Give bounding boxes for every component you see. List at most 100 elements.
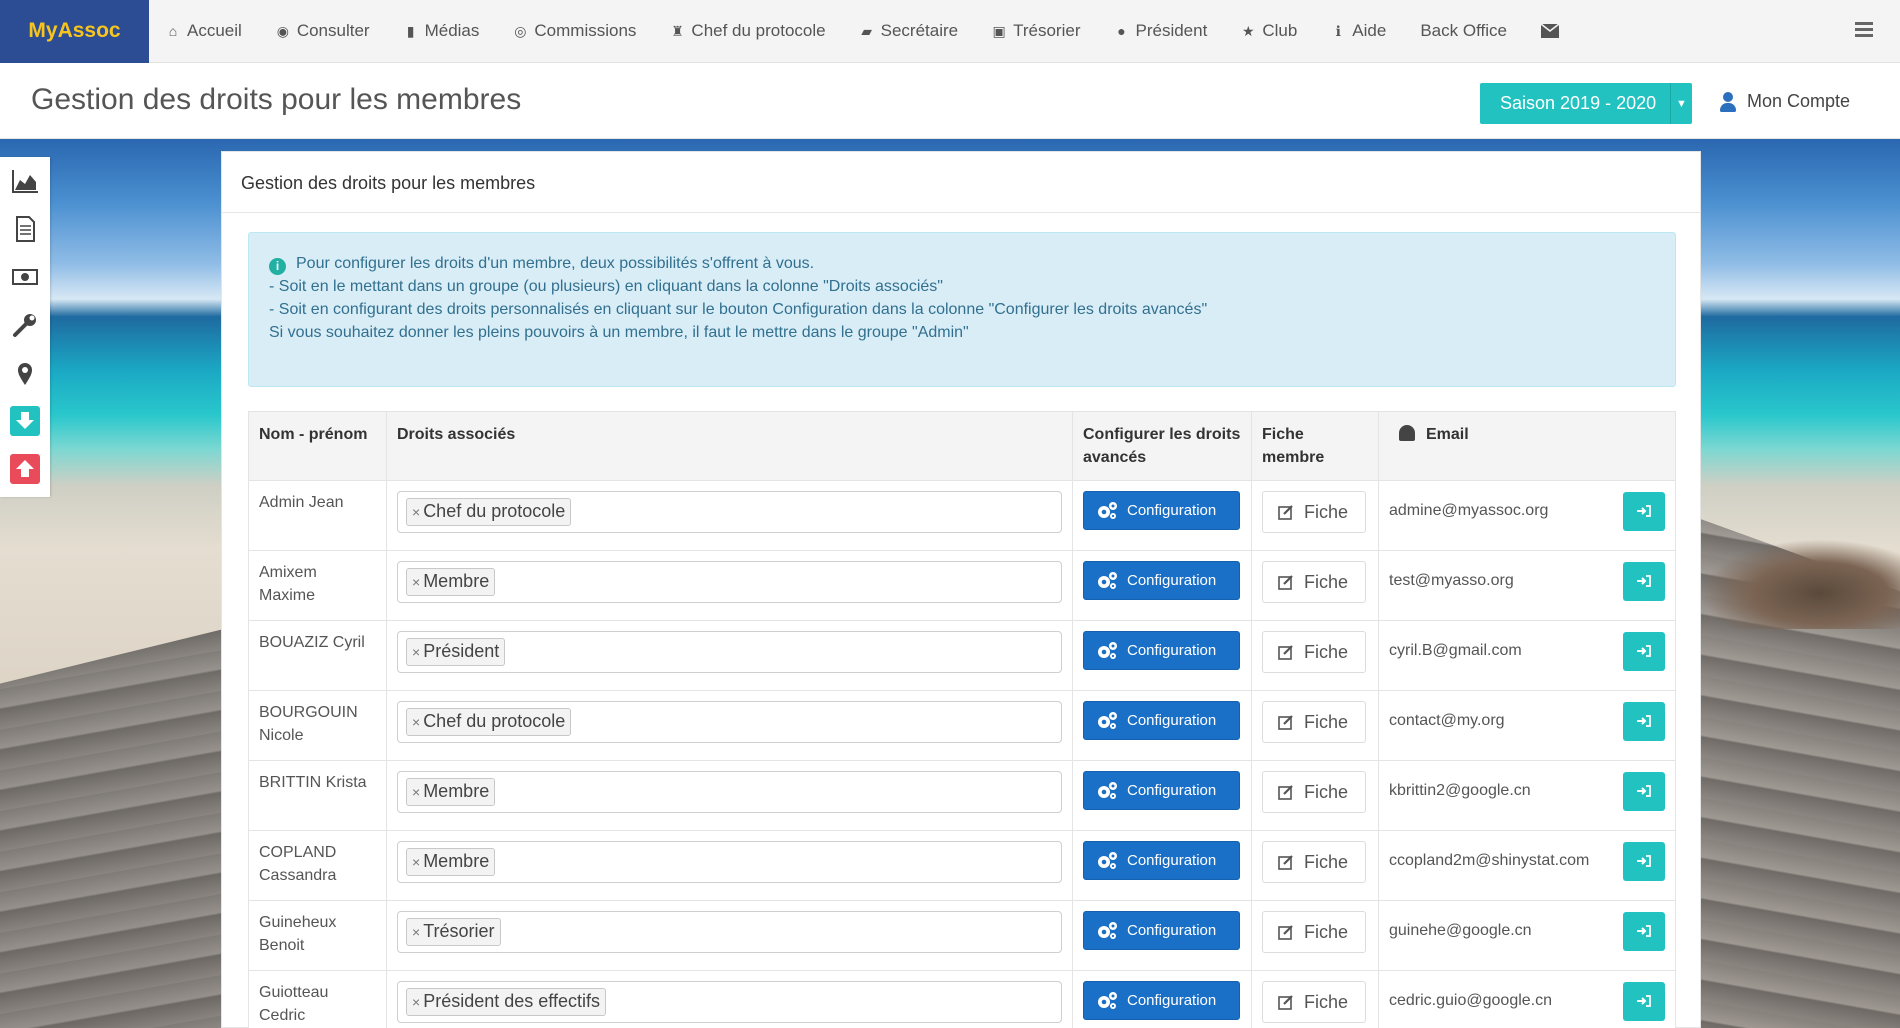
configuration-button[interactable]: Configuration: [1083, 561, 1240, 600]
nav-chef-protocole[interactable]: ♜ Chef du protocole: [653, 0, 842, 63]
col-rights-header[interactable]: Droits associés: [386, 411, 1073, 481]
envelope-icon: [1540, 24, 1559, 38]
cogs-icon: [1098, 781, 1117, 799]
fiche-button[interactable]: Fiche: [1262, 701, 1366, 743]
sidebar-stats[interactable]: [0, 157, 50, 205]
remove-tag-icon[interactable]: ×: [412, 714, 420, 730]
col-email-header[interactable]: Email: [1378, 411, 1676, 481]
rights-select[interactable]: × Président: [397, 631, 1062, 673]
login-as-button[interactable]: [1623, 561, 1665, 601]
nav-commissions[interactable]: ◎ Commissions: [496, 0, 653, 63]
configuration-button[interactable]: Configuration: [1083, 701, 1240, 740]
rights-tag: × Président des effectifs: [406, 988, 606, 1016]
configuration-button[interactable]: Configuration: [1083, 841, 1240, 880]
sidebar-documents[interactable]: [0, 205, 50, 253]
sidebar-tools[interactable]: [0, 301, 50, 349]
member-email: ccopland2m@shinystat.com: [1389, 852, 1590, 869]
configuration-button[interactable]: Configuration: [1083, 771, 1240, 810]
login-as-button[interactable]: [1623, 701, 1665, 741]
rights-select[interactable]: × Membre: [397, 841, 1062, 883]
nav-messages[interactable]: [1524, 0, 1576, 63]
configuration-button[interactable]: Configuration: [1083, 911, 1240, 950]
account-menu[interactable]: Mon Compte: [1720, 91, 1850, 112]
fiche-button[interactable]: Fiche: [1262, 631, 1366, 673]
sidebar-payments[interactable]: [0, 253, 50, 301]
login-as-button[interactable]: [1623, 491, 1665, 531]
login-as-button[interactable]: [1623, 911, 1665, 951]
rights-tag: × Membre: [406, 848, 496, 876]
nav-club[interactable]: ★ Club: [1224, 0, 1314, 63]
configuration-label: Configuration: [1127, 922, 1217, 939]
nav-label: Back Office: [1420, 21, 1507, 40]
advanced-cell: Configuration: [1072, 690, 1252, 761]
sidebar-location[interactable]: [0, 349, 50, 397]
nav-consulter[interactable]: ◉ Consulter: [259, 0, 387, 63]
fiche-button[interactable]: Fiche: [1262, 771, 1366, 813]
nav-accueil[interactable]: ⌂ Accueil: [149, 0, 259, 63]
remove-tag-icon[interactable]: ×: [412, 924, 420, 940]
rights-tag: × Membre: [406, 778, 496, 806]
fiche-button[interactable]: Fiche: [1262, 561, 1366, 603]
login-as-button[interactable]: [1623, 981, 1665, 1021]
sign-in-icon: [1637, 785, 1651, 797]
col-advanced-header[interactable]: Configurer les droits avancés: [1072, 411, 1252, 481]
background-rocks: [1700, 539, 1900, 629]
remove-tag-icon[interactable]: ×: [412, 784, 420, 800]
money-icon: [12, 269, 38, 285]
fiche-button[interactable]: Fiche: [1262, 911, 1366, 953]
login-as-button[interactable]: [1623, 771, 1665, 811]
map-marker-icon: [18, 363, 32, 385]
alert-text: Pour configurer les droits d'un membre, …: [296, 255, 815, 272]
member-name: BOURGOUIN Nicole: [248, 690, 387, 761]
sidebar-download[interactable]: [0, 397, 50, 445]
nav-secretaire[interactable]: ▰ Secrétaire: [843, 0, 975, 63]
arrow-down-icon: [10, 406, 40, 436]
advanced-cell: Configuration: [1072, 760, 1252, 831]
arrow-up-icon: [10, 454, 40, 484]
rights-select[interactable]: × Membre: [397, 561, 1062, 603]
rights-tag-label: Président: [423, 641, 500, 661]
area-chart-icon: [12, 170, 38, 193]
fiche-button[interactable]: Fiche: [1262, 981, 1366, 1023]
rights-cell: × Président des effectifs: [386, 970, 1073, 1028]
rights-select[interactable]: × Président des effectifs: [397, 981, 1062, 1023]
season-select[interactable]: Saison 2019 - 2020 ▼: [1480, 83, 1692, 124]
fiche-button[interactable]: Fiche: [1262, 491, 1366, 533]
rights-select[interactable]: × Membre: [397, 771, 1062, 813]
brand-logo[interactable]: MyAssoc: [0, 0, 149, 63]
fiche-cell: Fiche: [1251, 830, 1379, 901]
rights-select[interactable]: × Trésorier: [397, 911, 1062, 953]
alert-line: - Soit en le mettant dans un groupe (ou …: [269, 278, 943, 295]
nav-president[interactable]: ● Président: [1098, 0, 1225, 63]
cogs-icon: [1098, 851, 1117, 869]
info-icon: i: [269, 258, 286, 275]
fiche-label: Fiche: [1304, 921, 1349, 942]
email-cell: kbrittin2@google.cn: [1378, 760, 1676, 831]
col-name-header[interactable]: Nom - prénom: [248, 411, 387, 481]
configuration-label: Configuration: [1127, 712, 1217, 729]
table-row: Admin Jean × Chef du protocole Configurat…: [248, 480, 1676, 551]
remove-tag-icon[interactable]: ×: [412, 504, 420, 520]
remove-tag-icon[interactable]: ×: [412, 644, 420, 660]
rights-select[interactable]: × Chef du protocole: [397, 491, 1062, 533]
login-as-button[interactable]: [1623, 631, 1665, 671]
nav-medias[interactable]: ▮ Médias: [387, 0, 497, 63]
menu-toggle-icon[interactable]: [1855, 22, 1873, 38]
nav-back-office[interactable]: Back Office: [1403, 0, 1524, 63]
configuration-button[interactable]: Configuration: [1083, 631, 1240, 670]
remove-tag-icon[interactable]: ×: [412, 854, 420, 870]
nav-aide[interactable]: ℹ Aide: [1314, 0, 1403, 63]
table-row: BRITTIN Krista × Membre Configuration Fi…: [248, 760, 1676, 831]
advanced-cell: Configuration: [1072, 550, 1252, 621]
login-as-button[interactable]: [1623, 841, 1665, 881]
remove-tag-icon[interactable]: ×: [412, 994, 420, 1010]
remove-tag-icon[interactable]: ×: [412, 574, 420, 590]
col-fiche-header[interactable]: Fiche membre: [1251, 411, 1379, 481]
rights-cell: × Chef du protocole: [386, 690, 1073, 761]
configuration-button[interactable]: Configuration: [1083, 491, 1240, 530]
rights-select[interactable]: × Chef du protocole: [397, 701, 1062, 743]
nav-tresorier[interactable]: ▣ Trésorier: [975, 0, 1097, 63]
sidebar-upload[interactable]: [0, 445, 50, 493]
configuration-button[interactable]: Configuration: [1083, 981, 1240, 1020]
fiche-button[interactable]: Fiche: [1262, 841, 1366, 883]
